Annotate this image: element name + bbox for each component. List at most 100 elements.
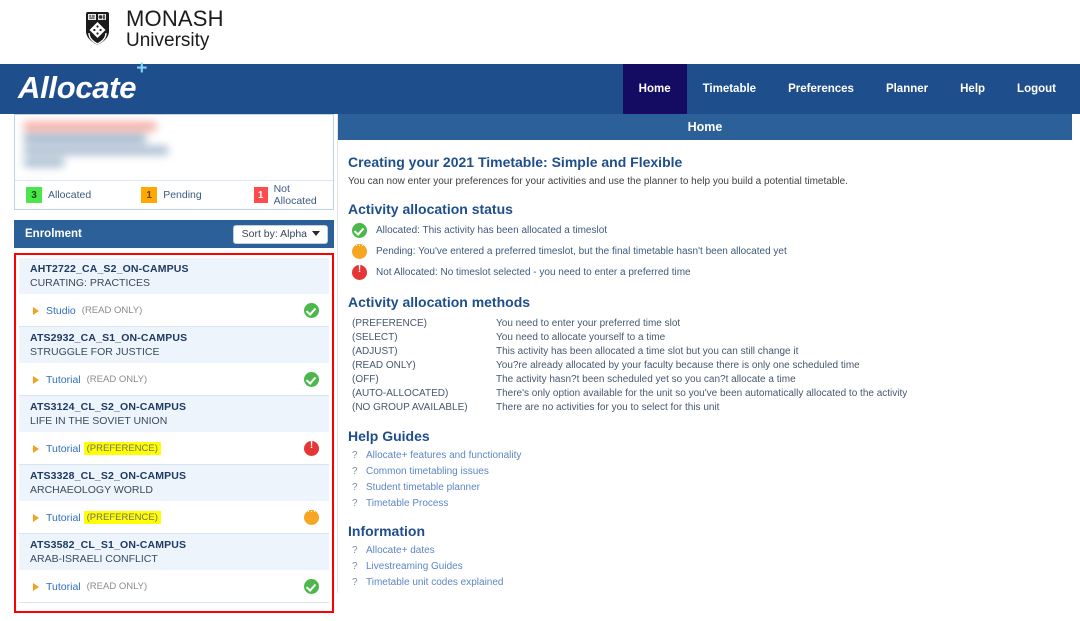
help-link[interactable]: Student timetable planner <box>366 482 480 493</box>
method-value: The activity hasn?t been scheduled yet s… <box>496 373 796 385</box>
information-link[interactable]: Timetable unit codes explained <box>366 577 504 588</box>
enrolment-list: AHT2722_CA_S2_ON-CAMPUS CURATING: PRACTI… <box>14 253 334 613</box>
bullet-icon: ? <box>352 498 358 509</box>
activity-name[interactable]: Tutorial <box>46 374 81 386</box>
monash-crest-icon <box>85 11 119 47</box>
table-row: (READ ONLY) You?re already allocated by … <box>352 358 907 372</box>
list-item[interactable]: ? Timetable Process <box>352 498 1060 509</box>
activity-row[interactable]: Tutorial (READ ONLY) <box>19 571 329 603</box>
status-allocated-icon <box>304 579 319 594</box>
activity-name[interactable]: Studio <box>46 305 76 317</box>
app-navbar: Allocate+ Home Timetable Preferences Pla… <box>0 58 1080 114</box>
table-row: (AUTO-ALLOCATED) There's only option ava… <box>352 386 907 400</box>
legend-allocated-label: Allocated <box>48 189 92 201</box>
activity-mode: (READ ONLY) <box>86 374 148 385</box>
nav-item-preferences[interactable]: Preferences <box>772 64 870 114</box>
help-link[interactable]: Timetable Process <box>366 498 448 509</box>
pending-icon <box>352 240 367 259</box>
brand-name: Allocate <box>18 70 137 105</box>
expand-triangle-icon[interactable] <box>33 582 39 591</box>
enrolment-header: Enrolment Sort by: Alpha <box>14 220 334 248</box>
nav-item-help[interactable]: Help <box>944 64 1001 114</box>
expand-triangle-icon[interactable] <box>33 444 39 453</box>
unit-header: ATS3582_CL_S1_ON-CAMPUS ARAB-ISRAELI CON… <box>19 534 329 571</box>
status-legend-pending: Pending: You've entered a preferred time… <box>352 240 1060 259</box>
unit-header: ATS3124_CL_S2_ON-CAMPUS LIFE IN THE SOVI… <box>19 396 329 433</box>
legend-pending-label: Pending <box>163 189 202 201</box>
unit-code: AHT2722_CA_S2_ON-CAMPUS <box>30 263 189 275</box>
method-key: (ADJUST) <box>352 345 398 357</box>
help-link[interactable]: Allocate+ features and functionality <box>366 450 521 461</box>
enrolment-title: Enrolment <box>25 228 82 240</box>
activity-row[interactable]: Tutorial (PREFERENCE) <box>19 502 329 534</box>
activity-mode: (PREFERENCE) <box>83 442 161 455</box>
activity-name[interactable]: Tutorial <box>46 443 81 455</box>
sort-by-label: Sort by: Alpha <box>241 227 307 240</box>
activity-row[interactable]: Tutorial (PREFERENCE) <box>19 433 329 465</box>
status-allocated-icon <box>304 303 319 318</box>
expand-triangle-icon[interactable] <box>33 375 39 384</box>
monash-logo: MONASH University <box>85 8 224 50</box>
list-item[interactable]: ? Livestreaming Guides <box>352 561 1060 572</box>
bullet-icon: ? <box>352 466 358 477</box>
legend-not-allocated: 1 Not Allocated <box>253 183 327 207</box>
student-details-redacted <box>24 122 168 170</box>
unit-name: CURATING: PRACTICES <box>30 277 150 289</box>
table-row: (ADJUST) This activity has been allocate… <box>352 344 907 358</box>
expand-triangle-icon[interactable] <box>33 306 39 315</box>
university-logo-band: MONASH University <box>0 0 1080 64</box>
method-key: (AUTO-ALLOCATED) <box>352 387 449 399</box>
bullet-icon: ? <box>352 450 358 461</box>
nav-item-logout[interactable]: Logout <box>1001 64 1072 114</box>
allocate-plus-page: MONASH University Allocate+ Home Timetab… <box>0 0 1080 621</box>
allocated-icon <box>352 223 367 238</box>
allocation-legend: 3 Allocated 1 Pending 1 Not Allocated <box>15 180 333 209</box>
bullet-icon: ? <box>352 577 358 588</box>
method-value: You need to enter your preferred time sl… <box>496 317 681 329</box>
nav-item-timetable[interactable]: Timetable <box>687 64 772 114</box>
activity-name[interactable]: Tutorial <box>46 512 81 524</box>
activity-row[interactable]: Tutorial (READ ONLY) <box>19 364 329 396</box>
status-allocated-icon <box>304 372 319 387</box>
table-row: (PREFERENCE) You need to enter your pref… <box>352 316 907 330</box>
status-section-title: Activity allocation status <box>348 201 513 217</box>
intro-paragraph: You can now enter your preferences for y… <box>348 176 848 187</box>
list-item[interactable]: ? Student timetable planner <box>352 482 1060 493</box>
methods-section-title: Activity allocation methods <box>348 294 531 310</box>
bullet-icon: ? <box>352 482 358 493</box>
help-guides-list: ? Allocate+ features and functionality ?… <box>352 450 1060 509</box>
unit-name: ARAB-ISRAELI CONFLICT <box>30 553 158 565</box>
legend-not-allocated-count: 1 <box>253 187 268 203</box>
nav-item-home[interactable]: Home <box>622 64 687 114</box>
legend-allocated-count: 3 <box>26 187 42 203</box>
method-key: (SELECT) <box>352 331 398 343</box>
nav-item-planner[interactable]: Planner <box>870 64 944 114</box>
unit-name: ARCHAEOLOGY WORLD <box>30 484 153 496</box>
list-item[interactable]: ? Timetable unit codes explained <box>352 577 1060 588</box>
method-key: (NO GROUP AVAILABLE) <box>352 401 468 413</box>
list-item[interactable]: ? Allocate+ features and functionality <box>352 450 1060 461</box>
student-info-card: 3 Allocated 1 Pending 1 Not Allocated <box>14 114 334 210</box>
status-legend-allocated: Allocated: This activity has been alloca… <box>352 223 1060 238</box>
sort-by-dropdown[interactable]: Sort by: Alpha <box>232 224 328 244</box>
unit-name: LIFE IN THE SOVIET UNION <box>30 415 168 427</box>
activity-name[interactable]: Tutorial <box>46 581 81 593</box>
panel-body: Creating your 2021 Timetable: Simple and… <box>338 140 1072 588</box>
activity-row[interactable]: Studio (READ ONLY) <box>19 295 329 327</box>
list-item[interactable]: ? Common timetabling issues <box>352 466 1060 477</box>
not-allocated-icon <box>352 264 367 280</box>
unit-code: ATS3124_CL_S2_ON-CAMPUS <box>30 401 187 413</box>
unit-header: ATS2932_CA_S1_ON-CAMPUS STRUGGLE FOR JUS… <box>19 327 329 364</box>
unit-name: STRUGGLE FOR JUSTICE <box>30 346 160 358</box>
status-legend-list: Allocated: This activity has been alloca… <box>352 223 1060 280</box>
information-link[interactable]: Allocate+ dates <box>366 545 435 556</box>
status-legend-text: Not Allocated: No timeslot selected - yo… <box>376 267 691 278</box>
expand-triangle-icon[interactable] <box>33 513 39 522</box>
information-link[interactable]: Livestreaming Guides <box>366 561 463 572</box>
help-link[interactable]: Common timetabling issues <box>366 466 489 477</box>
unit-header: AHT2722_CA_S2_ON-CAMPUS CURATING: PRACTI… <box>19 258 329 295</box>
method-value: You?re already allocated by your faculty… <box>496 359 860 371</box>
list-item[interactable]: ? Allocate+ dates <box>352 545 1060 556</box>
page-heading: Creating your 2021 Timetable: Simple and… <box>348 154 683 170</box>
method-value: This activity has been allocated a time … <box>496 345 799 357</box>
